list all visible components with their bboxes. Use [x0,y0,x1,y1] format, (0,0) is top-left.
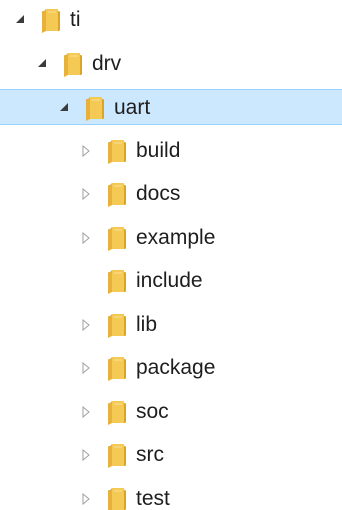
expanded-arrow-icon[interactable] [14,2,28,38]
collapsed-arrow-icon[interactable] [80,307,94,343]
collapsed-arrow-icon[interactable] [80,394,94,430]
tree-item-label: ti [70,8,81,31]
tree-item-drv[interactable]: drv [0,46,342,82]
collapsed-arrow-icon[interactable] [80,481,94,510]
tree-item-include[interactable]: include [0,263,342,299]
expanded-arrow-icon[interactable] [58,90,72,126]
tree-item-label: docs [136,182,181,205]
collapsed-arrow-icon[interactable] [80,220,94,256]
tree-item-label: example [136,225,216,249]
folder-icon [60,50,86,78]
tree-item-uart[interactable]: uart [0,89,342,125]
tree-item-label: drv [92,51,122,75]
tree-item-soc[interactable]: soc [0,394,342,430]
tree-item-label: soc [136,399,169,423]
folder-icon [104,311,130,339]
collapsed-arrow-icon[interactable] [80,437,94,473]
tree-item-label: test [136,486,170,510]
expanded-arrow-icon[interactable] [36,46,50,82]
folder-icon [104,354,130,382]
folder-icon [38,6,64,34]
folder-icon [104,180,130,208]
folder-icon [82,94,108,122]
folder-icon [104,267,130,295]
tree-item-test[interactable]: test [0,481,342,510]
tree-item-ti[interactable]: ti [0,2,342,38]
folder-icon [104,441,130,469]
tree-item-src[interactable]: src [0,437,342,473]
folder-icon [104,224,130,252]
tree-item-docs[interactable]: docs [0,176,342,212]
folder-icon [104,485,130,510]
tree-item-label: package [136,356,216,379]
tree-item-label: lib [136,312,158,336]
tree-item-example[interactable]: example [0,220,342,256]
collapsed-arrow-icon[interactable] [80,176,94,212]
tree-item-build[interactable]: build [0,133,342,169]
tree-item-label: src [136,443,164,466]
collapsed-arrow-icon[interactable] [80,350,94,386]
tree-item-label: build [136,138,181,162]
tree-item-label: uart [114,96,151,119]
folder-tree: ti drv uart build docs example include lib packa… [0,0,342,510]
folder-icon [104,398,130,426]
tree-item-label: include [136,269,203,292]
tree-item-lib[interactable]: lib [0,307,342,343]
folder-icon [104,137,130,165]
tree-item-package[interactable]: package [0,350,342,386]
collapsed-arrow-icon[interactable] [80,133,94,169]
